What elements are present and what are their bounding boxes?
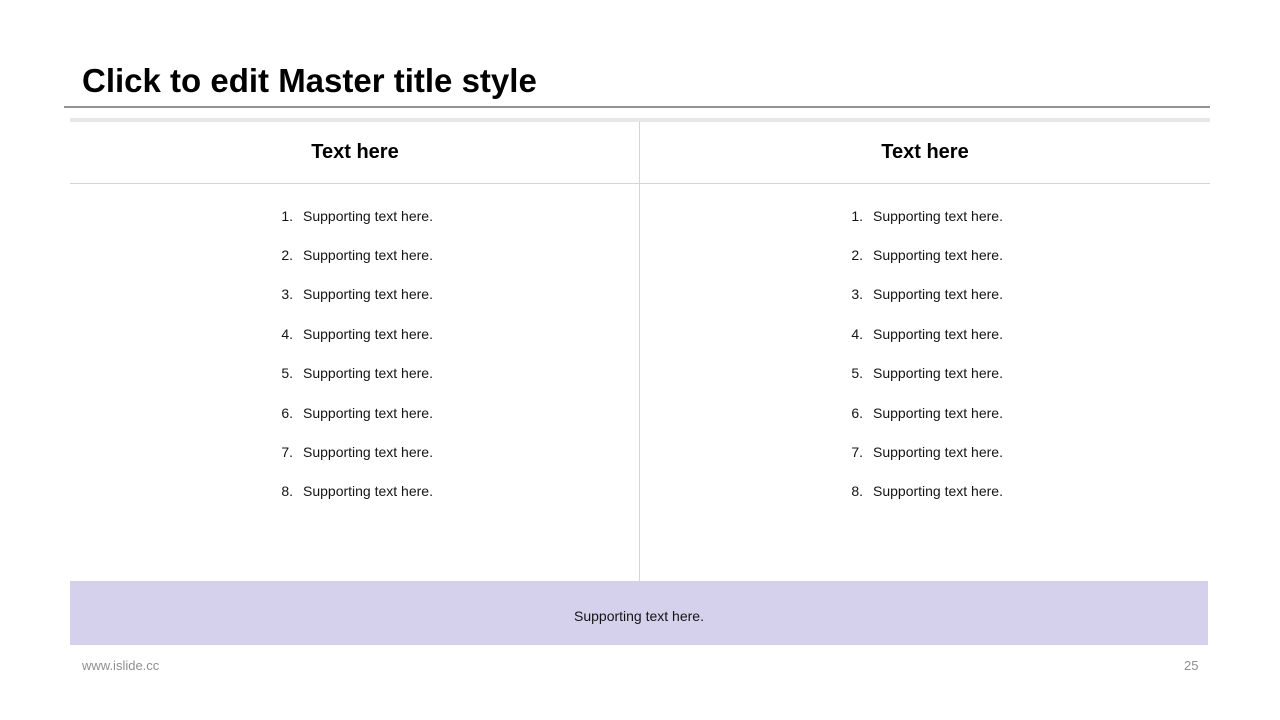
- list-item[interactable]: 3. Supporting text here.: [847, 275, 1003, 314]
- list-item-text: Supporting text here.: [873, 483, 1003, 499]
- list-item-text: Supporting text here.: [303, 444, 433, 460]
- list-item-text: Supporting text here.: [303, 405, 433, 421]
- list-item-text: Supporting text here.: [303, 483, 433, 499]
- list-item[interactable]: 2. Supporting text here.: [847, 235, 1003, 274]
- table-column-right: Text here 1. Supporting text here. 2. Suppo…: [640, 122, 1210, 581]
- list-item-text: Supporting text here.: [303, 326, 433, 342]
- column-header[interactable]: Text here: [70, 122, 640, 183]
- list-item[interactable]: 5. Supporting text here.: [277, 354, 433, 393]
- numbered-list: 1. Supporting text here. 2. Supporting text…: [70, 184, 640, 511]
- list-item-text: Supporting text here.: [873, 286, 1003, 302]
- list-item[interactable]: 4. Supporting text here.: [847, 314, 1003, 353]
- slide-title[interactable]: Click to edit Master title style: [82, 61, 537, 101]
- list-item[interactable]: 7. Supporting text here.: [277, 432, 433, 471]
- list-item-number: 4.: [847, 326, 863, 342]
- list-item-text: Supporting text here.: [873, 208, 1003, 224]
- list-item-number: 4.: [277, 326, 293, 342]
- list-item-text: Supporting text here.: [303, 247, 433, 263]
- list-item-text: Supporting text here.: [303, 208, 433, 224]
- slide-page-number: 25: [1184, 658, 1198, 673]
- list-item-number: 5.: [847, 365, 863, 381]
- list-item-number: 1.: [277, 208, 293, 224]
- list-item-text: Supporting text here.: [873, 326, 1003, 342]
- list-item-number: 6.: [277, 405, 293, 421]
- list-item-number: 8.: [847, 483, 863, 499]
- list-item[interactable]: 8. Supporting text here.: [277, 472, 433, 511]
- list-item-text: Supporting text here.: [873, 405, 1003, 421]
- list-item-number: 7.: [277, 444, 293, 460]
- column-header[interactable]: Text here: [640, 122, 1210, 183]
- list-item-text: Supporting text here.: [303, 286, 433, 302]
- table-column-left: Text here 1. Supporting text here. 2. Suppo…: [70, 122, 640, 581]
- footer-website: www.islide.cc: [82, 658, 159, 673]
- list-item-number: 1.: [847, 208, 863, 224]
- list-item-number: 2.: [847, 247, 863, 263]
- list-item-text: Supporting text here.: [873, 365, 1003, 381]
- list-item[interactable]: 6. Supporting text here.: [277, 393, 433, 432]
- list-item-number: 5.: [277, 365, 293, 381]
- list-item[interactable]: 1. Supporting text here.: [847, 196, 1003, 235]
- banner-text[interactable]: Supporting text here.: [574, 608, 704, 624]
- slide-canvas: { "slide": { "title": "Click to edit Mas…: [0, 0, 1280, 720]
- numbered-list: 1. Supporting text here. 2. Supporting text…: [640, 184, 1210, 511]
- list-item-number: 3.: [847, 286, 863, 302]
- list-item-number: 7.: [847, 444, 863, 460]
- list-item-number: 3.: [277, 286, 293, 302]
- list-item[interactable]: 6. Supporting text here.: [847, 393, 1003, 432]
- list-item-text: Supporting text here.: [873, 247, 1003, 263]
- list-item-text: Supporting text here.: [303, 365, 433, 381]
- banner: Supporting text here.: [70, 581, 1208, 645]
- list-item[interactable]: 8. Supporting text here.: [847, 472, 1003, 511]
- list-item[interactable]: 2. Supporting text here.: [277, 235, 433, 274]
- list-item[interactable]: 3. Supporting text here.: [277, 275, 433, 314]
- title-underline: [64, 106, 1210, 108]
- list-item[interactable]: 1. Supporting text here.: [277, 196, 433, 235]
- list-item-number: 8.: [277, 483, 293, 499]
- list-item-number: 2.: [277, 247, 293, 263]
- list-item[interactable]: 4. Supporting text here.: [277, 314, 433, 353]
- list-item[interactable]: 7. Supporting text here.: [847, 432, 1003, 471]
- list-item[interactable]: 5. Supporting text here.: [847, 354, 1003, 393]
- list-item-number: 6.: [847, 405, 863, 421]
- list-item-text: Supporting text here.: [873, 444, 1003, 460]
